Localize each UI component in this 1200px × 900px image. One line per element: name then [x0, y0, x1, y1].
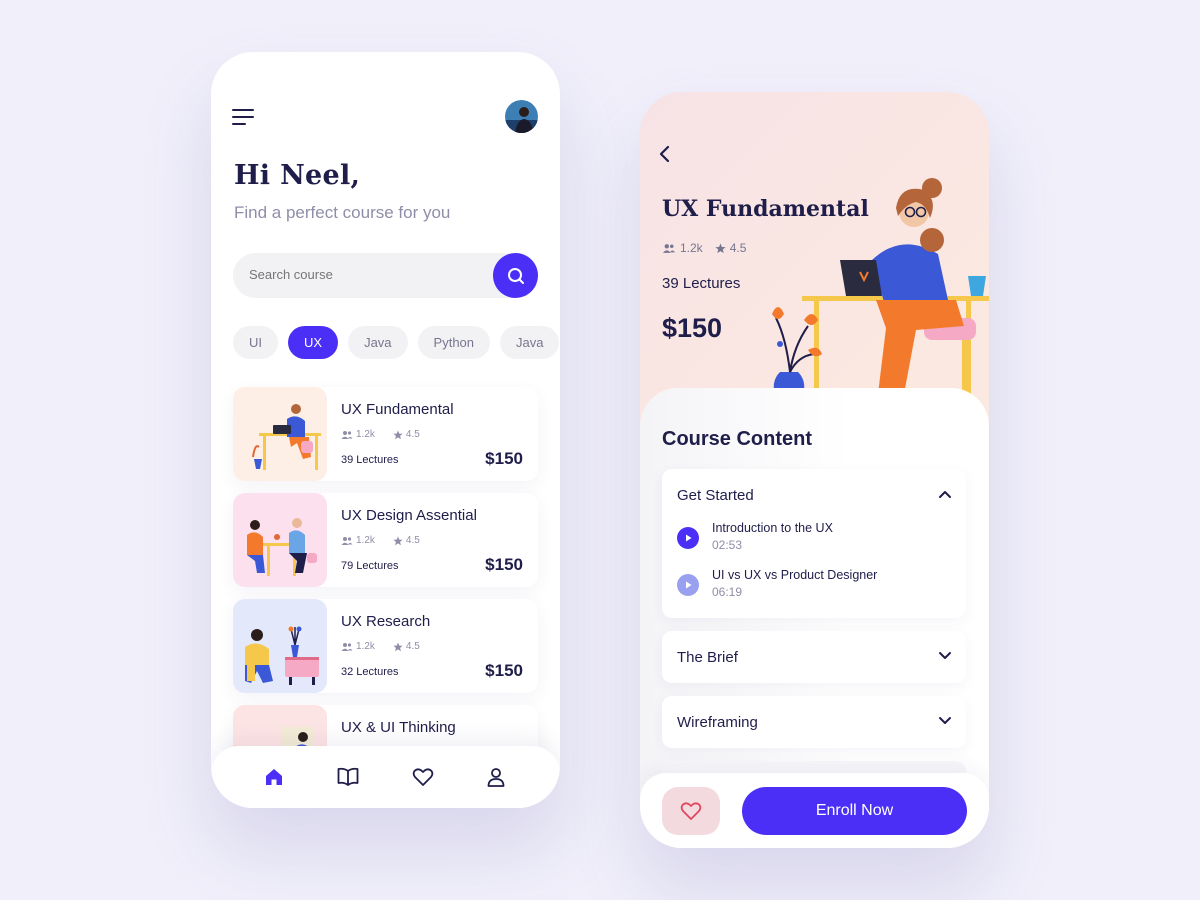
chip-java-2[interactable]: Java	[500, 326, 560, 359]
course-thumbnail	[233, 493, 327, 587]
course-thumbnail	[233, 387, 327, 481]
nav-home[interactable]	[262, 765, 286, 789]
lectures-count: 32 Lectures	[341, 666, 399, 678]
students-count: 1.2k	[356, 535, 375, 546]
users-icon	[662, 243, 676, 254]
course-content-heading: Course Content	[662, 428, 812, 450]
section-title: Wireframing	[677, 714, 758, 731]
chip-ux[interactable]: UX	[288, 326, 339, 359]
action-footer: Enroll Now	[640, 773, 989, 848]
lesson-item[interactable]: Introduction to the UX 02:53	[677, 521, 947, 553]
search-input[interactable]	[249, 267, 469, 282]
lesson-duration: 02:53	[712, 538, 743, 552]
lesson-title: UI vs UX vs Product Designer	[712, 568, 878, 582]
course-meta: 1.2k 4.5	[341, 535, 420, 546]
play-icon[interactable]	[677, 527, 699, 549]
students-count: 1.2k	[356, 429, 375, 440]
chevron-left-icon	[659, 145, 670, 163]
course-thumbnail	[233, 599, 327, 693]
greeting-heading: Hi Neel,	[234, 160, 361, 191]
star-icon	[715, 243, 726, 254]
course-detail-screen: UX Fundamental 1.2k 4.5 39 Lectures $150	[640, 92, 989, 848]
chip-ui[interactable]: UI	[233, 326, 278, 359]
section-title: Get Started	[677, 487, 754, 504]
students-count: 1.2k	[356, 641, 375, 652]
nav-favorites[interactable]	[411, 765, 435, 789]
course-price: $150	[485, 661, 523, 680]
star-icon	[393, 642, 403, 652]
course-meta: 1.2k 4.5	[662, 241, 746, 255]
nav-profile[interactable]	[484, 765, 508, 789]
lectures-count: 39 Lectures	[341, 454, 399, 466]
course-card[interactable]: UX Design Assential 1.2k 4.5 79 Lectures…	[233, 493, 538, 587]
back-button[interactable]	[658, 144, 672, 164]
users-icon	[341, 430, 353, 440]
rating-value: 4.5	[405, 535, 420, 546]
rating-value: 4.5	[729, 241, 747, 255]
home-icon	[266, 769, 282, 785]
chevron-up-icon[interactable]	[938, 489, 952, 499]
bottom-nav	[211, 746, 560, 808]
section-get-started[interactable]: Get Started Introduction to the UX 02:53…	[662, 469, 966, 618]
heart-icon	[680, 802, 702, 820]
course-card[interactable]: UX Fundamental 1.2k 4.5 39 Lectures $150	[233, 387, 538, 481]
course-title: UX Design Assential	[341, 507, 477, 524]
rating-value: 4.5	[405, 641, 420, 652]
chevron-down-icon[interactable]	[938, 651, 952, 661]
home-screen: Hi Neel, Find a perfect course for you U…	[211, 52, 560, 808]
course-title: UX & UI Thinking	[341, 719, 456, 736]
chip-java[interactable]: Java	[348, 326, 408, 359]
course-title: UX Fundamental	[341, 401, 454, 418]
course-meta: 1.2k 4.5	[341, 429, 420, 440]
section-wireframing[interactable]: Wireframing	[662, 696, 966, 748]
hero-illustration	[772, 178, 989, 398]
favorite-button[interactable]	[662, 787, 720, 835]
lesson-title: Introduction to the UX	[712, 521, 833, 535]
heart-icon	[412, 768, 434, 786]
course-meta: 1.2k 4.5	[341, 641, 420, 652]
course-card[interactable]: UX Research 1.2k 4.5 32 Lectures $150	[233, 599, 538, 693]
star-icon	[393, 536, 403, 546]
course-price: $150	[662, 313, 723, 343]
nav-courses[interactable]	[336, 765, 360, 789]
course-title: UX Research	[341, 613, 431, 630]
users-icon	[341, 536, 353, 546]
user-icon	[487, 768, 505, 787]
course-price: $150	[485, 449, 523, 468]
play-icon[interactable]	[677, 574, 699, 596]
chip-python[interactable]: Python	[417, 326, 491, 359]
search-bar	[233, 253, 538, 298]
lectures-count: 39 Lectures	[662, 275, 741, 292]
section-the-brief[interactable]: The Brief	[662, 631, 966, 683]
users-icon	[341, 642, 353, 652]
search-icon	[507, 267, 524, 284]
enroll-button[interactable]: Enroll Now	[742, 787, 967, 835]
star-icon	[393, 430, 403, 440]
rating-value: 4.5	[405, 429, 420, 440]
lectures-count: 79 Lectures	[341, 560, 399, 572]
section-title: The Brief	[677, 649, 738, 666]
category-chips: UI UX Java Python Java	[233, 326, 560, 360]
greeting-subtitle: Find a perfect course for you	[234, 203, 451, 222]
search-button[interactable]	[493, 253, 538, 298]
lesson-duration: 06:19	[712, 585, 743, 599]
course-price: $150	[485, 555, 523, 574]
menu-icon[interactable]	[232, 108, 254, 126]
avatar[interactable]	[505, 100, 538, 133]
book-icon	[337, 767, 359, 786]
students-count: 1.2k	[680, 241, 703, 255]
lesson-item[interactable]: UI vs UX vs Product Designer 06:19	[677, 568, 947, 600]
chevron-down-icon[interactable]	[938, 716, 952, 726]
